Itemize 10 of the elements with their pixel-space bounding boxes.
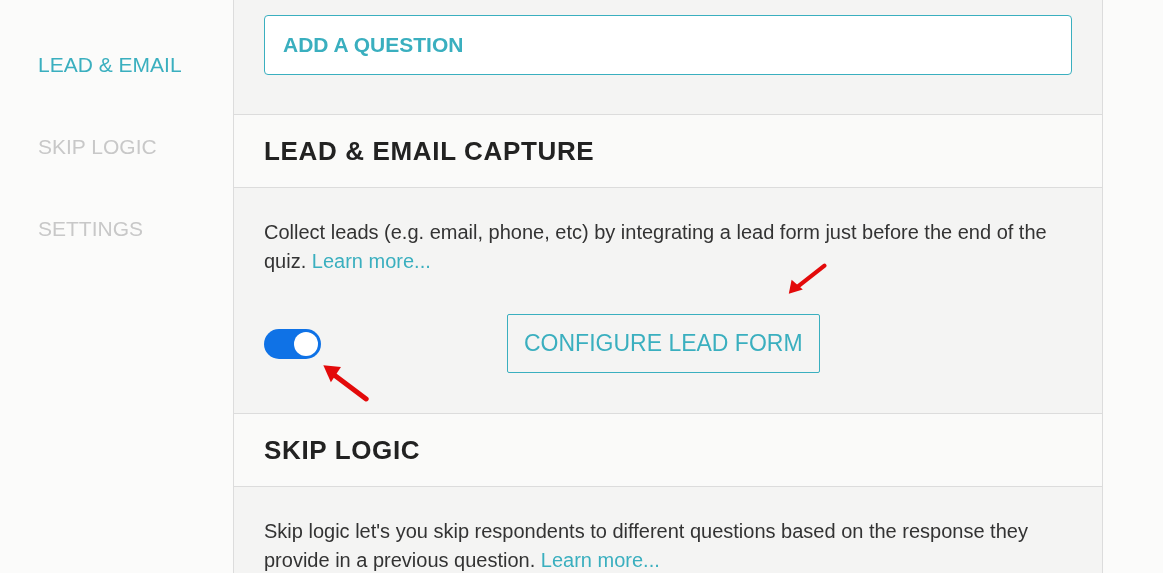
toggle-switch[interactable] [264,328,321,359]
add-question-button[interactable]: ADD A QUESTION [264,15,1072,75]
learn-more-link[interactable]: Learn more... [311,250,431,272]
learn-more-link[interactable]: Learn more... [540,549,660,571]
section-description: Collect leads (e.g. email, phone, etc) by integrating a lead form just before the end of the quiz. Learn more... [264,220,1048,274]
section-description: Skip logic let's you skip respondents to different questions based on the response they provide in a previous question. Learn more... [264,519,1029,573]
sidebar-item[interactable]: LEAD & EMAIL [38,52,233,78]
configure-lead-form-button[interactable]: CONFIGURE LEAD FORM [507,314,820,373]
section-title: LEAD & EMAIL CAPTURE [264,134,595,168]
section-title: SKIP LOGIC [264,433,421,467]
